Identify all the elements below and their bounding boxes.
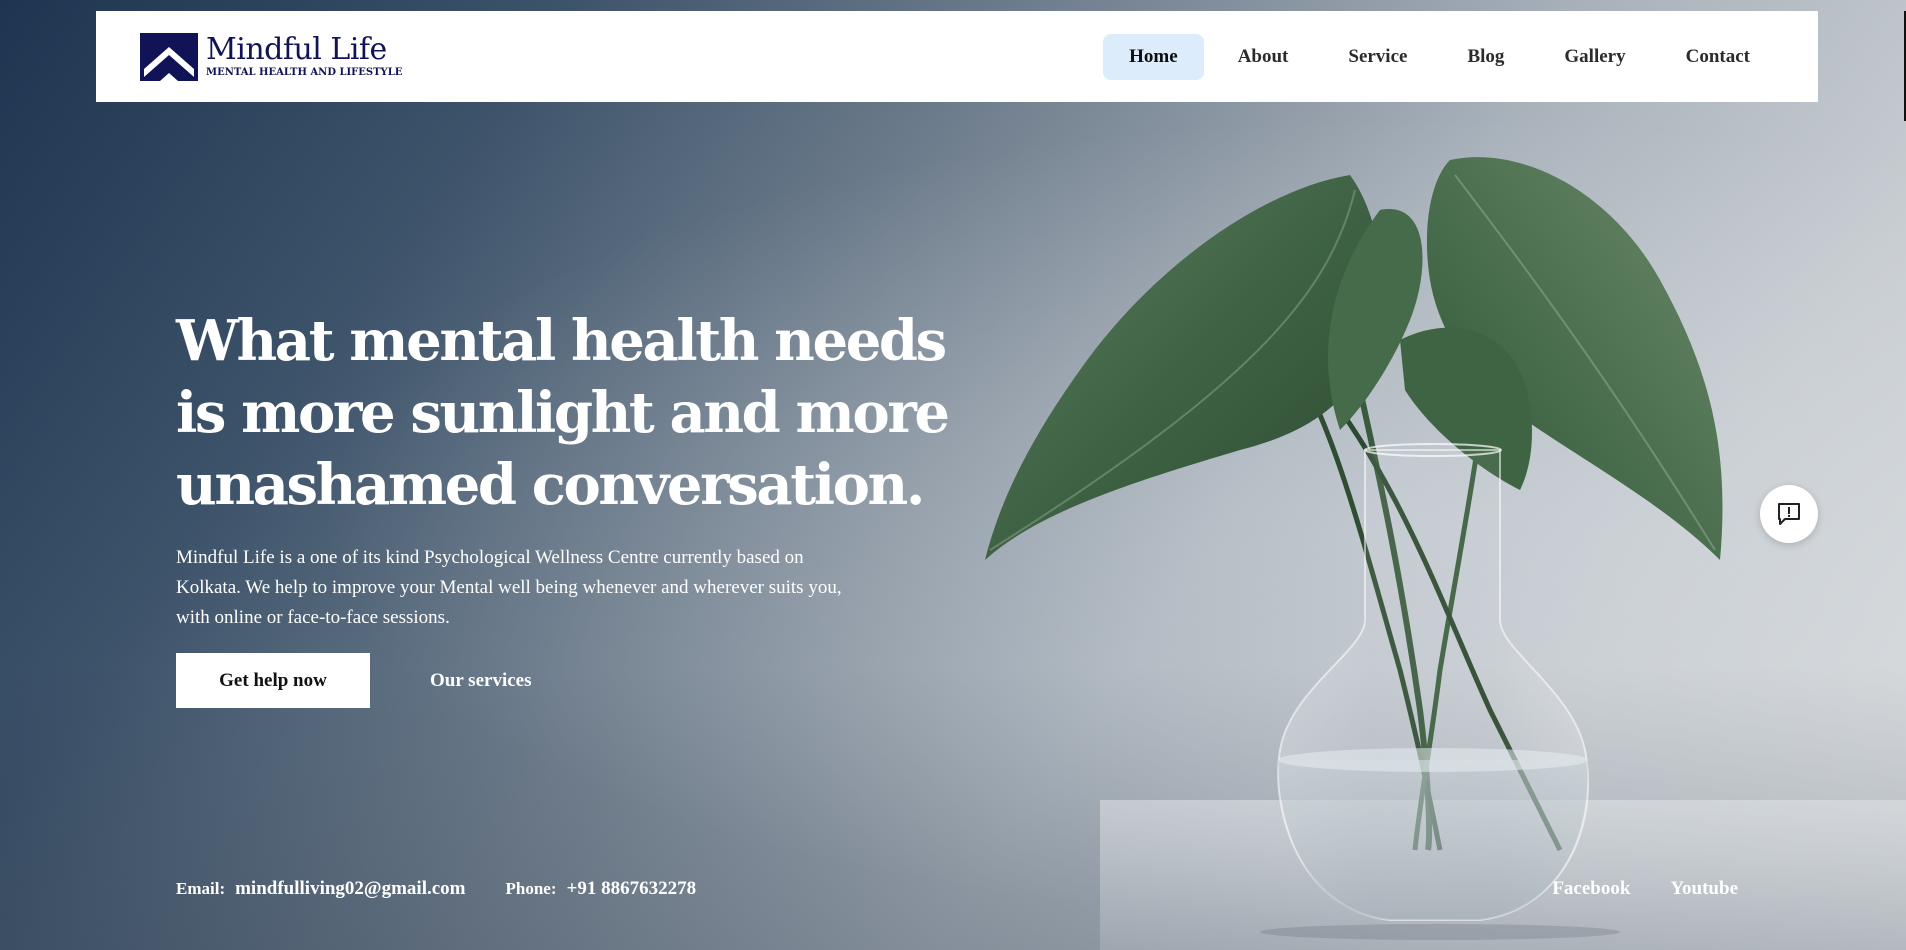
contact-info: Email: mindfulliving02@gmail.com Phone: … (176, 878, 696, 900)
hero-section: What mental health needs is more sunligh… (176, 305, 976, 708)
get-help-button[interactable]: Get help now (176, 653, 370, 708)
headline-line: unashamed conversation. (176, 452, 925, 518)
email-label: Email: (176, 879, 226, 898)
logo-mark-icon (140, 32, 198, 81)
phone-label: Phone: (505, 879, 557, 898)
feedback-message-icon (1778, 503, 1800, 525)
main-nav: Home About Service Blog Gallery Contact (1103, 33, 1776, 80)
logo-text: Mindful Life MENTAL HEALTH AND LIFESTYLE (206, 35, 402, 78)
hero-description: Mindful Life is a one of its kind Psycho… (176, 547, 842, 628)
social-links: Facebook Youtube (1552, 878, 1738, 900)
headline-line: What mental health needs (176, 308, 947, 374)
nav-item-contact[interactable]: Contact (1660, 34, 1776, 80)
logo-name: Mindful Life (206, 32, 387, 67)
facebook-link[interactable]: Facebook (1552, 878, 1630, 900)
logo[interactable]: Mindful Life MENTAL HEALTH AND LIFESTYLE (140, 32, 402, 81)
site-header: Mindful Life MENTAL HEALTH AND LIFESTYLE… (96, 11, 1818, 102)
feedback-button[interactable] (1760, 485, 1818, 543)
our-services-link[interactable]: Our services (430, 670, 532, 692)
nav-item-gallery[interactable]: Gallery (1538, 34, 1651, 80)
phone-info: Phone: +91 8867632278 (506, 878, 697, 900)
plant-vase-image (985, 157, 1723, 940)
hero-actions: Get help now Our services (176, 653, 976, 708)
nav-item-blog[interactable]: Blog (1441, 34, 1530, 80)
email-link[interactable]: mindfulliving02@gmail.com (235, 878, 465, 900)
nav-item-about[interactable]: About (1212, 34, 1315, 80)
nav-item-service[interactable]: Service (1322, 34, 1433, 80)
youtube-link[interactable]: Youtube (1670, 878, 1738, 900)
hero-headline: What mental health needs is more sunligh… (176, 305, 976, 521)
logo-tagline: MENTAL HEALTH AND LIFESTYLE (206, 67, 403, 78)
nav-item-home[interactable]: Home (1103, 33, 1204, 80)
phone-link[interactable]: +91 8867632278 (567, 878, 697, 900)
headline-line: is more sunlight and more (176, 380, 950, 446)
email-info: Email: mindfulliving02@gmail.com (176, 878, 466, 900)
